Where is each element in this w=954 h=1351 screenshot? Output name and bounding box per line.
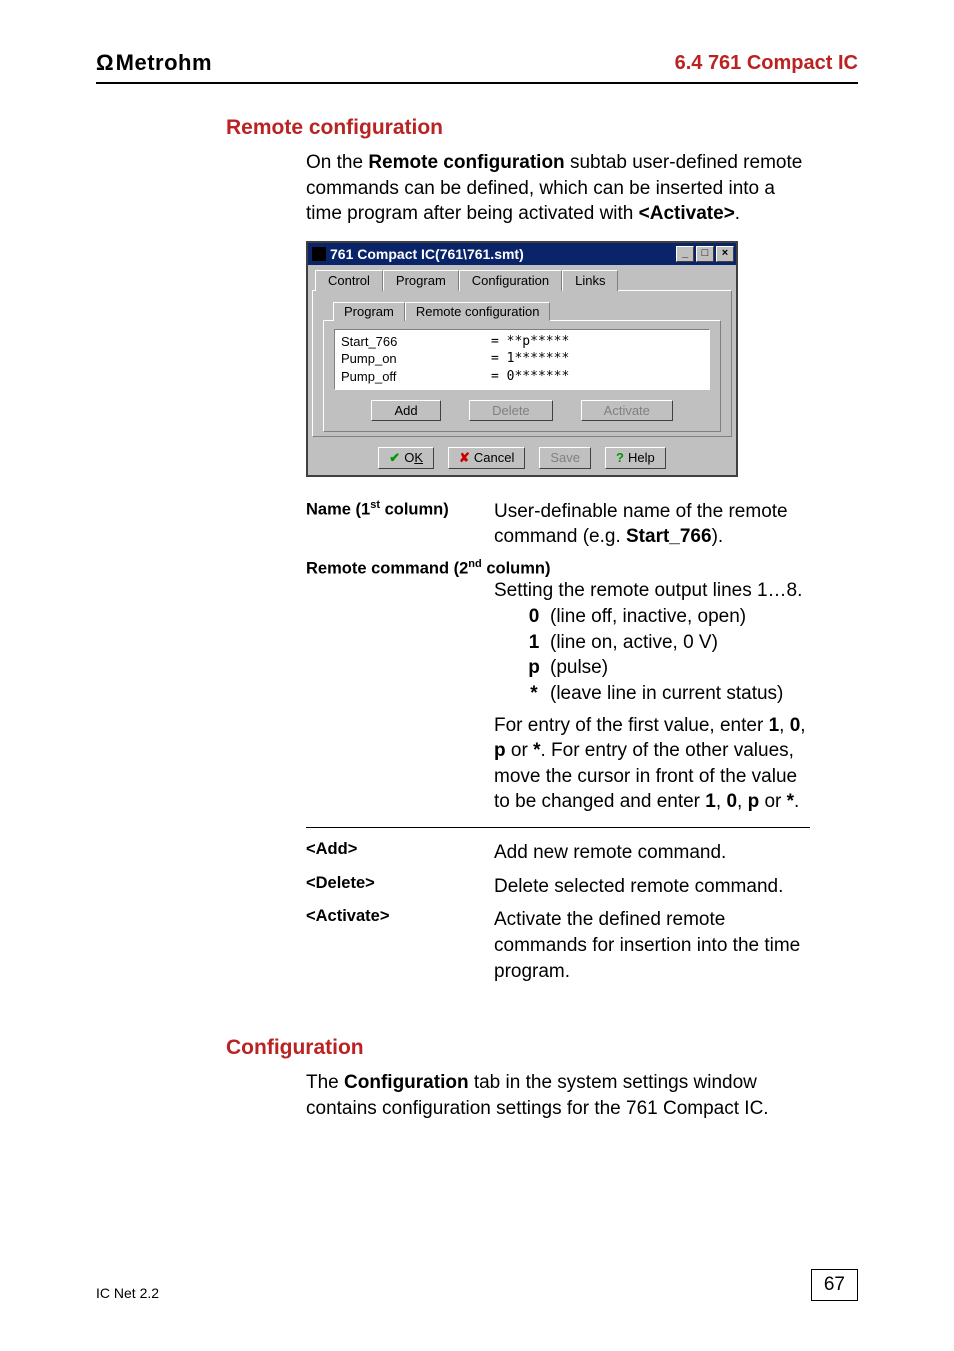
minimize-button[interactable]: _ bbox=[676, 246, 694, 262]
delete-button[interactable]: Delete bbox=[469, 400, 553, 421]
ok-button[interactable]: ✔ OK bbox=[378, 447, 434, 469]
cancel-button[interactable]: ✘ Cancel bbox=[448, 447, 525, 469]
titlebar: 761 Compact IC(761\761.smt) _ □ × bbox=[308, 243, 736, 265]
logo: Ω Metrohm bbox=[96, 50, 212, 76]
row-name: Pump_on bbox=[341, 350, 491, 368]
text: (line on, active, 0 V) bbox=[550, 630, 810, 656]
footer: IC Net 2.2 67 bbox=[96, 1269, 858, 1301]
list-item[interactable]: Pump_on = 1******* bbox=[341, 350, 703, 368]
logo-text: Metrohm bbox=[116, 50, 212, 76]
text: K bbox=[414, 450, 423, 465]
text: On the bbox=[306, 152, 368, 173]
maximize-button[interactable]: □ bbox=[696, 246, 714, 262]
row-value: = 0******* bbox=[491, 368, 569, 386]
page-number: 67 bbox=[811, 1269, 858, 1301]
sub-tabstrip: Program Remote configuration bbox=[333, 301, 721, 320]
text: (leave line in current status) bbox=[550, 681, 810, 707]
window-title: 761 Compact IC(761\761.smt) bbox=[330, 246, 676, 262]
text-bold: Remote configuration bbox=[368, 152, 564, 173]
text: O bbox=[404, 450, 414, 465]
definition-table: Name (1st column) User-definable name of… bbox=[306, 495, 810, 989]
tab-configuration[interactable]: Configuration bbox=[459, 270, 562, 291]
def-label-remote-command: Remote command (2nd column) bbox=[306, 558, 810, 579]
def-label-add: <Add> bbox=[306, 840, 494, 866]
def-label-delete: <Delete> bbox=[306, 874, 494, 900]
row-name: Start_766 bbox=[341, 333, 491, 351]
subtab-remote-configuration[interactable]: Remote configuration bbox=[405, 302, 551, 321]
text: . bbox=[735, 203, 740, 224]
def-label-name: Name (1st column) bbox=[306, 499, 494, 550]
heading-configuration: Configuration bbox=[226, 1036, 858, 1060]
def-content-remote-command: Setting the remote output lines 1…8. 0(l… bbox=[494, 578, 810, 815]
def-content-add: Add new remote command. bbox=[494, 840, 810, 866]
help-button[interactable]: ? Help bbox=[605, 447, 666, 469]
symbol: 0 bbox=[518, 604, 550, 630]
section-number: 6.4 761 Compact IC bbox=[675, 52, 858, 75]
add-button[interactable]: Add bbox=[371, 400, 441, 421]
activate-button[interactable]: Activate bbox=[581, 400, 673, 421]
text: Setting the remote output lines 1…8. bbox=[494, 578, 810, 604]
text: Cancel bbox=[474, 450, 514, 465]
row-value: = 1******* bbox=[491, 350, 569, 368]
subtab-program[interactable]: Program bbox=[333, 302, 405, 321]
check-icon: ✔ bbox=[389, 450, 400, 466]
symbol: p bbox=[518, 655, 550, 681]
list-item[interactable]: Pump_off = 0******* bbox=[341, 368, 703, 386]
symbol: 1 bbox=[518, 630, 550, 656]
heading-remote-configuration: Remote configuration bbox=[226, 116, 858, 140]
configuration-paragraph: The Configuration tab in the system sett… bbox=[306, 1070, 810, 1121]
dialog-window: 761 Compact IC(761\761.smt) _ □ × Contro… bbox=[306, 241, 738, 477]
text: Save bbox=[550, 450, 580, 465]
question-icon: ? bbox=[616, 450, 624, 465]
save-button[interactable]: Save bbox=[539, 447, 591, 469]
close-button[interactable]: × bbox=[716, 246, 734, 262]
intro-paragraph: On the Remote configuration subtab user-… bbox=[306, 150, 810, 227]
text: (pulse) bbox=[550, 655, 810, 681]
list-item[interactable]: Start_766 = **p***** bbox=[341, 333, 703, 351]
def-label-activate: <Activate> bbox=[306, 907, 494, 984]
def-content-activate: Activate the defined remote commands for… bbox=[494, 907, 810, 984]
def-content-name: User-definable name of the remote comman… bbox=[494, 499, 810, 550]
text: Help bbox=[628, 450, 655, 465]
row-name: Pump_off bbox=[341, 368, 491, 386]
x-icon: ✘ bbox=[459, 450, 470, 466]
remote-command-list[interactable]: Start_766 = **p***** Pump_on = 1******* … bbox=[334, 329, 710, 390]
tab-program[interactable]: Program bbox=[383, 270, 459, 291]
footer-left: IC Net 2.2 bbox=[96, 1285, 159, 1301]
text-bold: <Activate> bbox=[639, 203, 735, 224]
window-icon bbox=[312, 247, 326, 261]
page-header: Ω Metrohm 6.4 761 Compact IC bbox=[96, 50, 858, 84]
row-value: = **p***** bbox=[491, 333, 569, 351]
text: (line off, inactive, open) bbox=[550, 604, 810, 630]
omega-icon: Ω bbox=[96, 50, 114, 76]
main-tabstrip: Control Program Configuration Links bbox=[312, 269, 732, 290]
tab-links[interactable]: Links bbox=[562, 270, 618, 291]
symbol: * bbox=[518, 681, 550, 707]
separator bbox=[306, 827, 810, 828]
def-content-delete: Delete selected remote command. bbox=[494, 874, 810, 900]
tab-control[interactable]: Control bbox=[315, 270, 383, 291]
